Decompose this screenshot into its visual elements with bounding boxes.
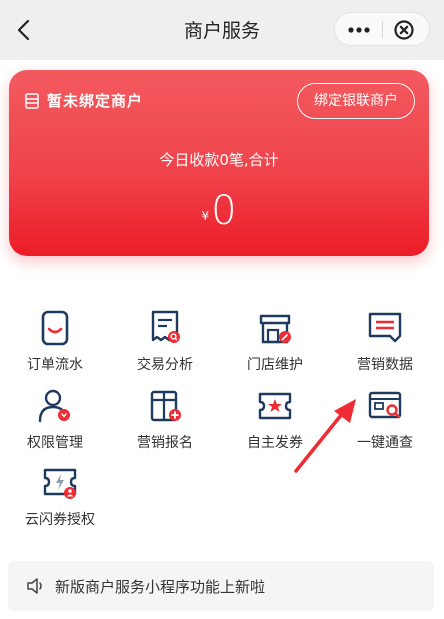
grid-label: 门店维护	[247, 357, 303, 373]
more-options-icon[interactable]	[345, 21, 373, 39]
marketing-signup-icon	[150, 390, 181, 422]
grid-label: 营销数据	[357, 357, 413, 373]
shop-icon	[25, 93, 39, 109]
grid-label: 订单流水	[27, 357, 83, 373]
merchant-summary-card: 暂未绑定商户 绑定银联商户 今日收款0笔,合计 ¥0	[9, 70, 429, 256]
permission-management-icon	[38, 389, 70, 423]
amount-value: 0	[211, 188, 237, 234]
today-summary-text: 今日收款0笔,合计	[159, 151, 279, 169]
grid-label: 交易分析	[137, 357, 193, 373]
bind-merchant-button[interactable]: 绑定银联商户	[297, 83, 415, 119]
speaker-icon	[27, 578, 42, 594]
navigation-bar: 商户服务	[0, 0, 444, 60]
transaction-analysis-icon	[151, 310, 180, 343]
grid-item-permission-management[interactable]: 权限管理	[0, 388, 110, 464]
grid-item-store-maintenance[interactable]: 门店维护	[220, 310, 330, 386]
cloud-coupon-auth-icon	[43, 468, 77, 499]
grid-label: 营销报名	[137, 435, 193, 451]
one-click-query-icon	[368, 391, 402, 419]
grid-item-marketing-signup[interactable]: 营销报名	[110, 388, 220, 464]
grid-label: 云闪券授权	[25, 512, 95, 528]
mini-program-capsule	[334, 12, 430, 46]
order-flow-icon	[41, 310, 69, 346]
capsule-divider	[382, 21, 383, 38]
merchant-status-text: 暂未绑定商户	[47, 92, 144, 110]
announcement-bar[interactable]: 新版商户服务小程序功能上新啦	[8, 561, 434, 611]
marketing-data-icon	[368, 312, 402, 343]
annotation-arrow-icon	[294, 399, 356, 473]
grid-item-cloud-coupon-auth[interactable]: 云闪券授权	[5, 465, 115, 541]
coupon-issue-icon	[258, 392, 292, 420]
grid-label: 权限管理	[27, 435, 83, 451]
announcement-text: 新版商户服务小程序功能上新啦	[55, 578, 266, 596]
amount-display: ¥0	[9, 188, 429, 234]
currency-symbol: ¥	[201, 209, 210, 223]
grid-item-marketing-data[interactable]: 营销数据	[330, 310, 440, 386]
store-maintenance-icon	[259, 314, 291, 344]
grid-item-order-flow[interactable]: 订单流水	[0, 310, 110, 386]
close-mini-program-icon[interactable]	[393, 19, 415, 41]
grid-item-transaction-analysis[interactable]: 交易分析	[110, 310, 220, 386]
